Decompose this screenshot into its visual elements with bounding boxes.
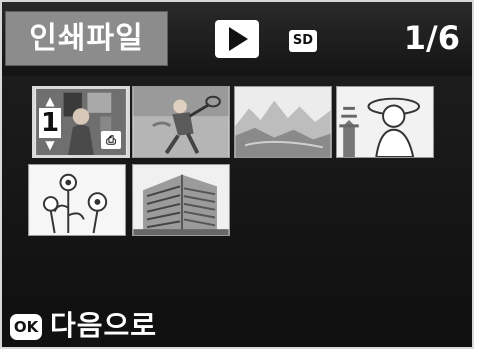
thumbnail-6[interactable] [132, 164, 230, 236]
quantity-up-arrow-icon[interactable]: ▲ [39, 95, 61, 107]
thumbnail-2-image [133, 87, 229, 157]
print-quantity-control[interactable]: ▲ 1 ▼ [39, 95, 61, 153]
image-counter: 1/6 [403, 19, 460, 57]
play-icon-glyph [229, 27, 248, 51]
thumbnail-4-image [337, 87, 433, 157]
thumbnail-1[interactable]: ▲ 1 ▼ ⎙ [32, 86, 130, 158]
thumbnail-grid: ▲ 1 ▼ ⎙ [2, 76, 472, 302]
thumbnail-5[interactable] [28, 164, 126, 236]
quantity-down-arrow-icon[interactable]: ▼ [39, 139, 61, 151]
thumbnail-4[interactable] [336, 86, 434, 158]
print-quantity-value: 1 [39, 108, 61, 138]
print-file-title: 인쇄파일 [5, 11, 168, 66]
sd-card-icon: SD [289, 30, 317, 52]
thumbnail-5-image [29, 165, 125, 235]
ok-button-icon[interactable]: OK [10, 314, 42, 340]
camera-lcd-screen: 인쇄파일 SD 1/6 ▲ 1 ▼ ⎙ OK 다음으로 [0, 0, 474, 349]
thumbnail-3-image [235, 87, 331, 157]
bottom-bar: OK 다음으로 [2, 302, 472, 347]
thumbnail-3[interactable] [234, 86, 332, 158]
next-hint-label: 다음으로 [50, 309, 158, 342]
thumbnail-2[interactable] [132, 86, 230, 158]
print-order-icon: ⎙ [101, 131, 121, 149]
thumbnail-6-image [133, 165, 229, 235]
play-icon [215, 20, 259, 58]
top-bar: 인쇄파일 SD 1/6 [2, 2, 472, 76]
